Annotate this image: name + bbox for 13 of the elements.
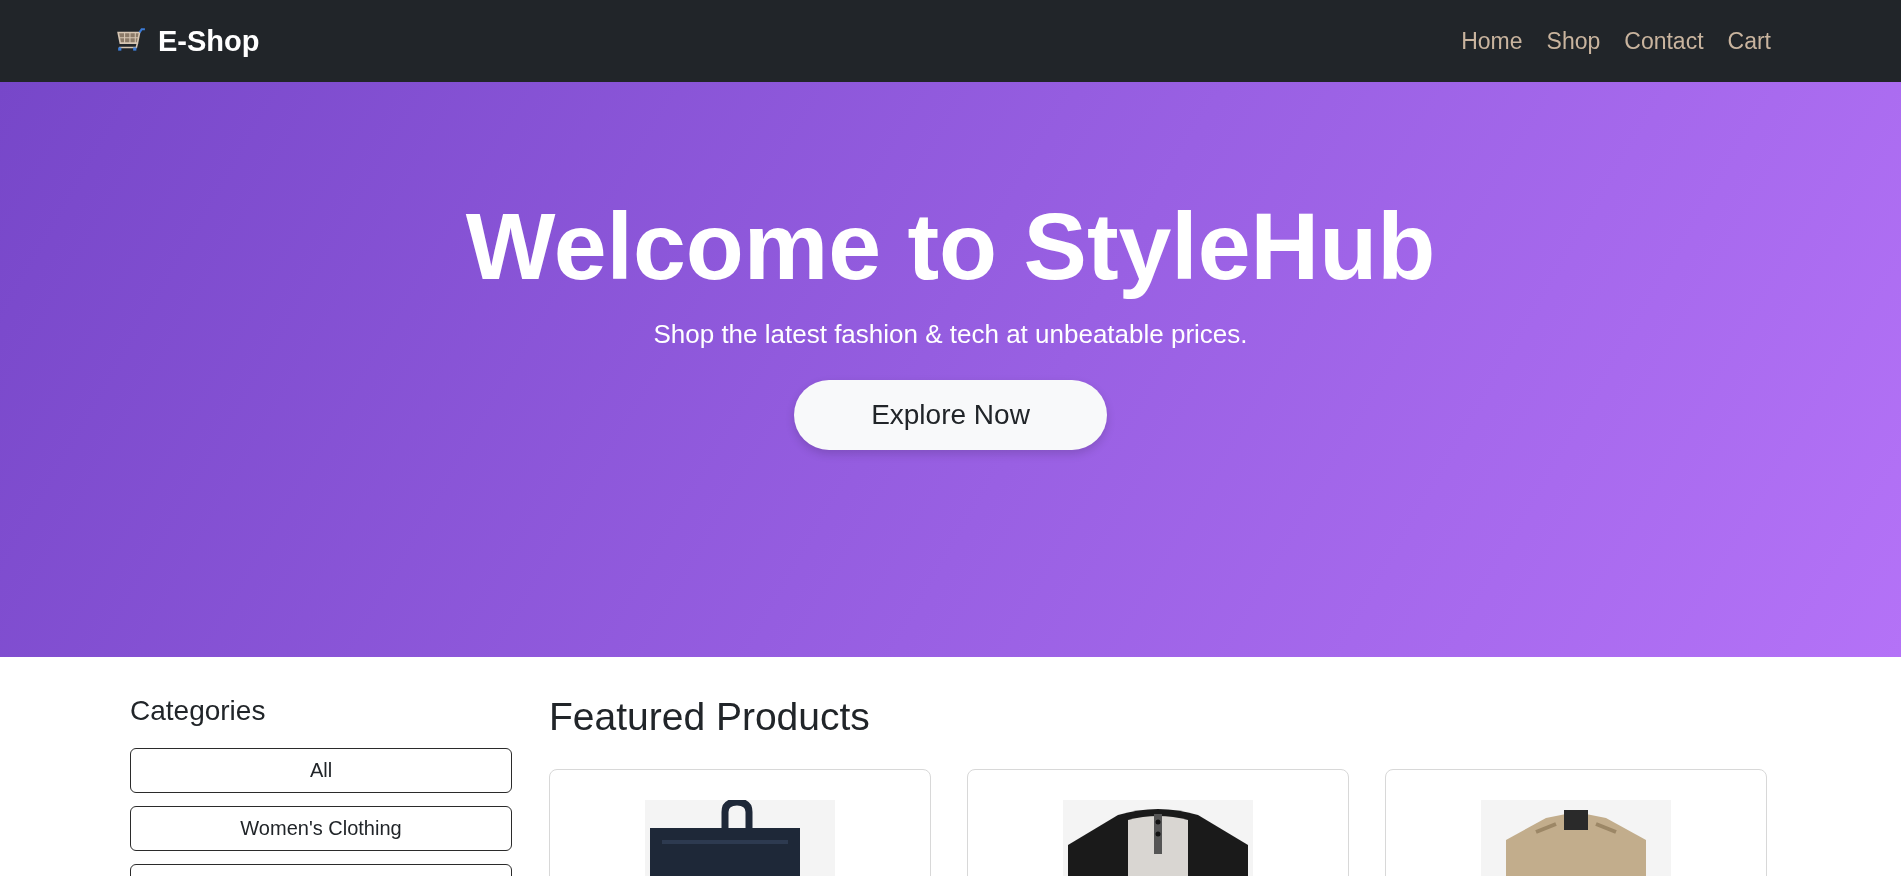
nav-link[interactable]: Home <box>1461 27 1523 55</box>
nav-link[interactable]: Cart <box>1727 27 1771 55</box>
hero-subtitle: Shop the latest fashion & tech at unbeatable prices. <box>653 319 1248 351</box>
nav-link[interactable]: Contact <box>1624 27 1704 55</box>
nav-link[interactable]: Shop <box>1546 27 1601 55</box>
category-button[interactable]: All <box>130 748 512 793</box>
category-button[interactable]: Women's Clothing <box>130 806 512 851</box>
categories-heading: Categories <box>130 695 267 727</box>
explore-button[interactable]: Explore Now <box>794 380 1107 451</box>
hero-title: Welcome to StyleHub <box>465 192 1436 301</box>
shopping-cart-icon <box>116 28 146 54</box>
section-heading: Featured Products <box>549 695 871 739</box>
brand-link[interactable]: E-Shop <box>158 24 260 58</box>
